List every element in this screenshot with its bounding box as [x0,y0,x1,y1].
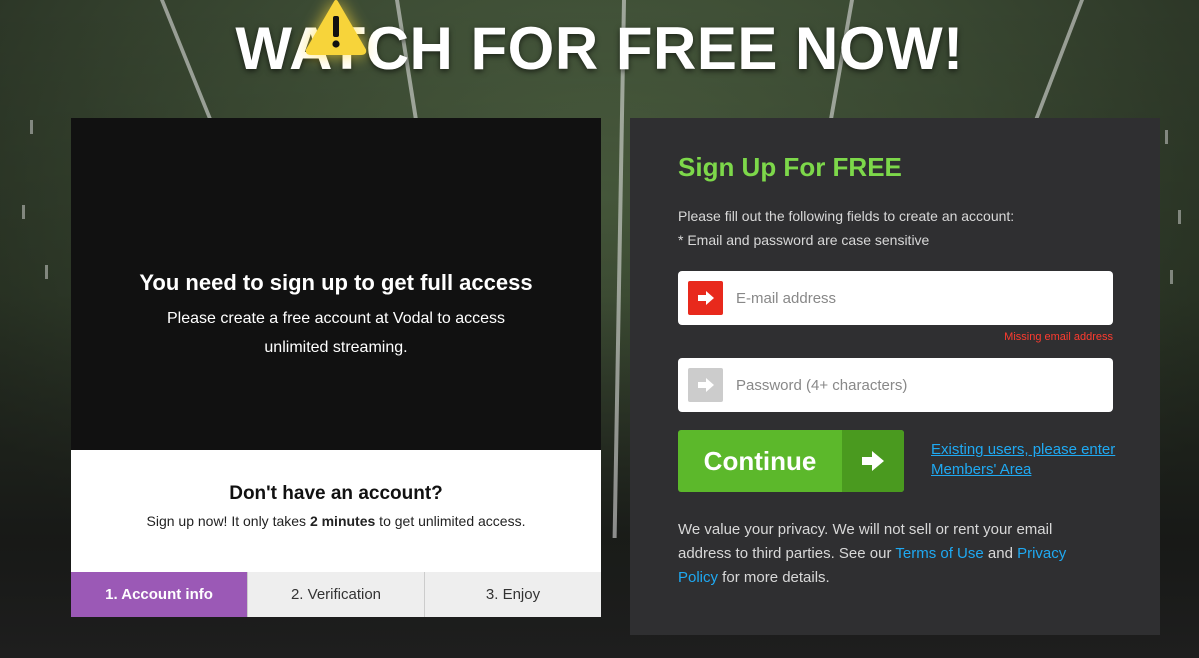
step-enjoy: 3. Enjoy [424,572,601,617]
signup-instructions: Please fill out the following fields to … [678,208,1015,248]
members-area-link[interactable]: Existing users, please enter Members' Ar… [931,440,1121,480]
access-info-panel: You need to sign up to get full access P… [71,0,601,617]
no-account-subtitle: Sign up now! It only takes 2 minutes to … [146,513,526,529]
password-field[interactable] [678,358,1113,412]
signup-title: Sign Up For FREE [678,152,902,182]
privacy-notice: We value your privacy. We will not sell … [678,521,1067,586]
arrow-right-icon [842,430,904,492]
continue-label: Continue [703,445,817,476]
step-account-info: 1. Account info [71,572,247,617]
signup-form-panel: Sign Up For FREE Please fill out the fol… [630,118,1160,635]
email-field[interactable] [678,271,1113,325]
no-account-box: Don't have an account? Sign up now! It o… [71,450,601,572]
continue-button[interactable]: Continue [678,430,904,492]
no-account-title: Don't have an account? [229,483,443,504]
warning-title: You need to sign up to get full access [139,270,533,295]
arrow-right-icon [688,281,723,315]
email-input[interactable] [736,271,1101,325]
terms-of-use-link[interactable]: Terms of Use [895,545,983,562]
warning-description: Please create a free account at Vodal to… [167,310,505,356]
email-error-message: Missing email address [1004,331,1113,343]
password-input[interactable] [736,358,1101,412]
page-headline: WATCH FOR FREE NOW! [235,15,964,82]
warning-triangle-icon [305,0,367,55]
signup-steps: 1. Account info 2. Verification 3. Enjoy [71,572,601,617]
step-verification: 2. Verification [247,572,424,617]
arrow-right-icon [688,368,723,402]
